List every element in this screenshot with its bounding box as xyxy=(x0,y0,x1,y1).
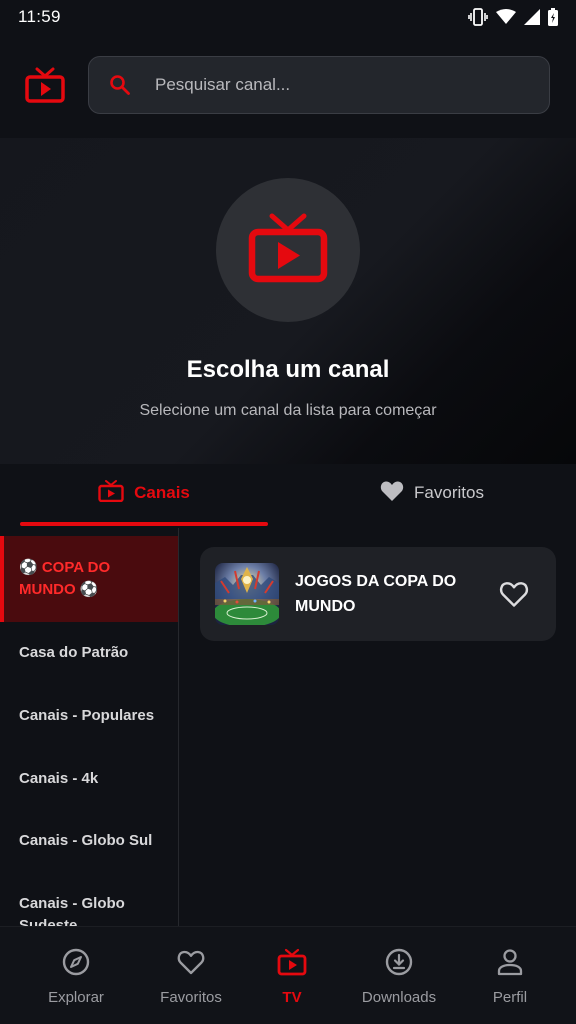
status-icons xyxy=(468,8,558,26)
category-item-4k[interactable]: Canais - 4k xyxy=(0,768,178,790)
tab-indicator xyxy=(20,522,268,526)
category-item-globo-sudeste[interactable]: Canais - Globo Sudeste xyxy=(0,893,130,926)
download-icon xyxy=(384,947,414,977)
hero-tv-circle xyxy=(216,178,360,322)
hero-subtitle: Selecione um canal da lista para começar xyxy=(139,402,437,419)
status-bar: 11:59 xyxy=(0,0,576,34)
tab-bar: Canais Favoritos xyxy=(0,464,576,526)
tab-canais-label: Canais xyxy=(134,483,190,502)
category-label: Casa do Patrão xyxy=(19,644,129,661)
channel-thumbnail xyxy=(215,563,279,625)
wifi-icon xyxy=(496,9,516,25)
vibrate-icon xyxy=(468,8,488,26)
category-label: ⚽ COPA DO MUNDO ⚽ xyxy=(19,559,111,598)
search-icon xyxy=(109,74,131,96)
nav-label: TV xyxy=(282,989,302,1006)
heart-outline-icon xyxy=(499,582,529,612)
category-list: ⚽ COPA DO MUNDO ⚽ Casa do Patrão Canais … xyxy=(0,528,179,926)
tv-icon xyxy=(277,947,307,977)
tv-icon xyxy=(248,213,328,288)
hero-title: Escolha um canal xyxy=(186,356,390,383)
nav-label: Explorar xyxy=(48,989,104,1006)
category-label: Canais - 4k xyxy=(19,770,99,787)
category-label: Canais - Populares xyxy=(19,707,155,724)
tab-canais[interactable]: Canais xyxy=(20,464,268,522)
nav-explorar[interactable]: Explorar xyxy=(21,927,131,1024)
signal-icon xyxy=(524,9,540,25)
channel-title: JOGOS DA COPA DO MUNDO xyxy=(295,573,457,615)
battery-icon xyxy=(548,8,558,26)
category-item-copa-do-mundo[interactable]: ⚽ COPA DO MUNDO ⚽ xyxy=(0,536,178,622)
nav-label: Perfil xyxy=(492,989,528,1006)
favorite-button[interactable] xyxy=(499,580,529,608)
channel-card[interactable]: JOGOS DA COPA DO MUNDO xyxy=(200,547,556,641)
nav-label: Downloads xyxy=(361,989,437,1006)
nav-favoritos[interactable]: Favoritos xyxy=(136,927,246,1024)
app-logo-tv-icon[interactable] xyxy=(25,67,65,103)
category-item-populares[interactable]: Canais - Populares xyxy=(0,705,178,727)
tab-favoritos[interactable]: Favoritos xyxy=(308,464,556,522)
category-item-casa-do-patrao[interactable]: Casa do Patrão xyxy=(0,642,178,664)
person-icon xyxy=(495,947,525,977)
top-bar xyxy=(0,56,576,114)
tab-favoritos-label: Favoritos xyxy=(414,483,484,502)
search-input[interactable] xyxy=(155,75,515,95)
bottom-navigation: Explorar Favoritos TV Downloads Perfil xyxy=(0,926,576,1024)
heart-icon xyxy=(380,480,404,507)
nav-tv[interactable]: TV xyxy=(237,927,347,1024)
category-item-globo-sul[interactable]: Canais - Globo Sul xyxy=(0,830,178,852)
nav-perfil[interactable]: Perfil xyxy=(455,927,565,1024)
category-label: Canais - Globo Sudeste xyxy=(19,895,125,926)
search-box[interactable] xyxy=(88,56,550,114)
heart-icon xyxy=(176,947,206,977)
hero-panel: Escolha um canal Selecione um canal da l… xyxy=(0,138,576,464)
compass-icon xyxy=(61,947,91,977)
nav-label: Favoritos xyxy=(160,989,222,1006)
tv-icon xyxy=(98,479,124,507)
nav-downloads[interactable]: Downloads xyxy=(344,927,454,1024)
category-label: Canais - Globo Sul xyxy=(19,832,153,849)
status-time: 11:59 xyxy=(18,7,61,26)
